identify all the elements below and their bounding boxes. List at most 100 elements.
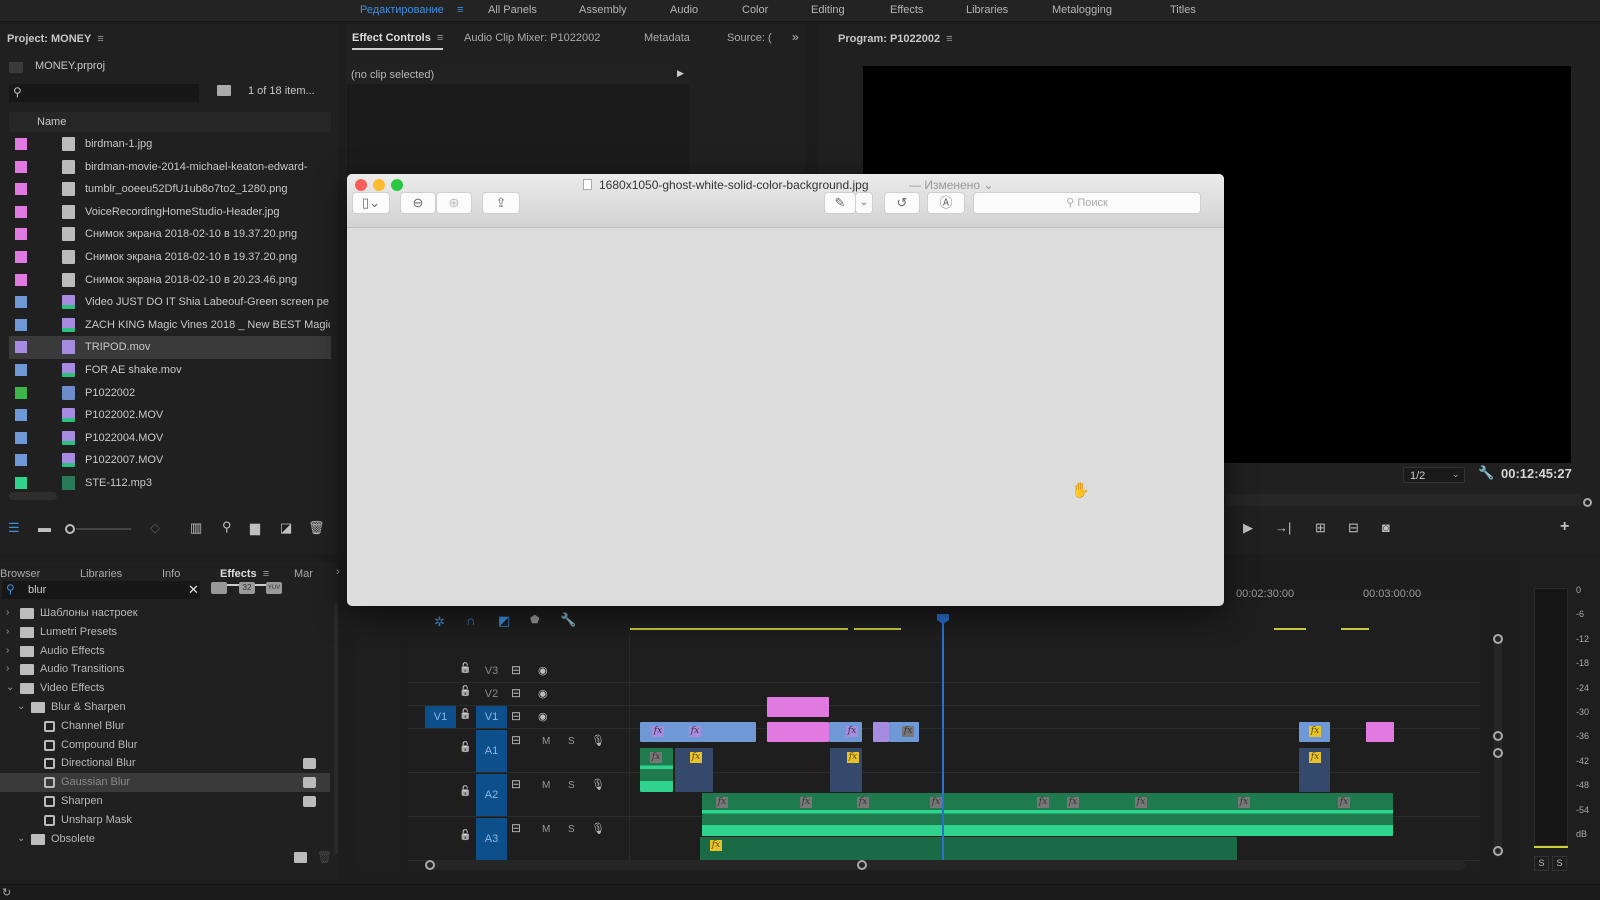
program-timecode[interactable]: 00:12:45:27 <box>1501 466 1572 481</box>
trash-icon[interactable]: 🗑 <box>308 520 325 536</box>
button-editor-plus-icon[interactable]: + <box>1560 518 1569 536</box>
effects-tree-item[interactable]: Unsharp Mask <box>0 811 330 830</box>
track-lock-icon[interactable]: 🔓 <box>459 709 471 720</box>
project-item[interactable]: STE-112.mp3 <box>9 472 331 495</box>
project-item[interactable]: Снимок экрана 2018-02-10 в 20.23.46.png <box>9 269 331 292</box>
graphic-clip[interactable] <box>767 722 829 742</box>
edited-status[interactable]: — Изменено ⌄ <box>909 178 993 192</box>
chevron-down-icon[interactable]: ⌄ <box>6 682 14 693</box>
more-tabs-icon[interactable]: › <box>336 566 340 578</box>
workspace-assembly[interactable]: Assembly <box>579 4 627 16</box>
timeline-settings-wrench-icon[interactable]: 🔧 <box>560 612 576 628</box>
label-color-swatch[interactable] <box>15 364 27 376</box>
list-view-icon[interactable]: ☰ <box>8 520 20 536</box>
tab-info[interactable]: Info <box>162 568 180 580</box>
32bit-filter-icon[interactable]: 32 <box>239 582 255 594</box>
effects-tree-item[interactable]: Channel Blur <box>0 717 330 736</box>
voiceover-record-mic-icon[interactable]: 🎙 <box>591 822 605 835</box>
project-item[interactable]: P1022004.MOV <box>9 427 331 450</box>
label-color-swatch[interactable] <box>15 296 27 309</box>
preview-search-input[interactable]: ⚲ Поиск <box>973 192 1201 214</box>
track-lock-icon[interactable]: 🔓 <box>459 830 471 841</box>
extract-icon[interactable]: ⊟ <box>1348 520 1359 536</box>
toggle-sync-lock-icon[interactable]: ⊟ <box>511 709 521 723</box>
new-search-bin-icon[interactable] <box>217 85 231 96</box>
label-color-swatch[interactable] <box>15 431 27 444</box>
mute-track-button[interactable]: M <box>542 780 550 791</box>
graphic-clip[interactable] <box>767 697 829 717</box>
panel-menu-icon[interactable]: ≡ <box>437 32 443 44</box>
clear-search-icon[interactable]: ✕ <box>188 582 199 598</box>
expand-arrow-icon[interactable]: ▶ <box>677 68 684 79</box>
panel-menu-icon[interactable]: ≡ <box>97 33 103 45</box>
workspace-libraries[interactable]: Libraries <box>966 4 1008 16</box>
solo-track-button[interactable]: S <box>568 780 575 791</box>
effects-search-input[interactable]: ⚲ blur ✕ <box>2 581 200 599</box>
label-color-swatch[interactable] <box>15 318 27 331</box>
label-color-swatch[interactable] <box>15 477 27 489</box>
toggle-sync-lock-icon[interactable]: ⊟ <box>511 733 521 747</box>
effects-tree-item[interactable]: › Lumetri Presets <box>0 623 330 642</box>
label-color-swatch[interactable] <box>15 228 27 241</box>
tab-metadata[interactable]: Metadata <box>644 32 690 44</box>
tab-source[interactable]: Source: ( <box>727 32 772 44</box>
yuv-filter-icon[interactable]: YUV <box>266 582 282 594</box>
vscroll-handle[interactable] <box>1493 731 1503 741</box>
mute-track-button[interactable]: M <box>542 824 550 835</box>
project-item[interactable]: P1022002.MOV <box>9 404 331 427</box>
toggle-output-eye-icon[interactable]: ◉ <box>538 687 548 700</box>
toggle-sync-lock-icon[interactable]: ⊟ <box>511 777 521 791</box>
tab-libraries[interactable]: Libraries <box>80 568 122 580</box>
track-lock-icon[interactable]: 🔓 <box>459 742 471 753</box>
workspace-editing[interactable]: Editing <box>811 4 845 16</box>
project-item[interactable]: FOR AE shake.mov <box>9 359 331 382</box>
timeline-vertical-scrollbar[interactable] <box>1494 637 1502 857</box>
effects-tree-item[interactable]: › Шаблоны настроек <box>0 604 330 623</box>
lift-icon[interactable]: ⊞ <box>1315 520 1326 536</box>
linked-selection-icon[interactable]: ◩ <box>498 613 510 629</box>
program-scrub-bar[interactable] <box>1226 494 1581 506</box>
label-color-swatch[interactable] <box>15 160 27 173</box>
chevron-down-icon[interactable]: ⌄ <box>17 701 25 712</box>
graphic-clip[interactable] <box>1366 722 1394 742</box>
tab-effects[interactable]: Effects ≡ <box>220 568 270 586</box>
accelerated-effects-filter-icon[interactable] <box>211 582 227 594</box>
zoom-in-button[interactable]: ⊕ <box>436 192 472 214</box>
more-panels-icon[interactable]: » <box>792 30 799 44</box>
close-window-button[interactable] <box>355 179 367 191</box>
vscroll-handle[interactable] <box>1493 634 1503 644</box>
voiceover-record-mic-icon[interactable]: 🎙 <box>591 778 605 791</box>
workspace-audio[interactable]: Audio <box>670 4 698 16</box>
sidebar-toggle-button[interactable]: ▯⌄ <box>352 192 390 214</box>
settings-wrench-icon[interactable]: 🔧 <box>1478 465 1494 481</box>
horizontal-scrollbar[interactable] <box>9 492 57 500</box>
effects-tree-item[interactable]: ⌄ Obsolete <box>0 830 330 849</box>
video-clip[interactable] <box>873 722 889 742</box>
preview-titlebar[interactable]: 1680x1050-ghost-white-solid-color-backgr… <box>347 174 1224 228</box>
effects-tree-item[interactable]: › Audio Effects <box>0 642 330 661</box>
solo-track-button[interactable]: S <box>568 736 575 747</box>
effects-tree-item[interactable]: Gaussian Blur <box>0 773 330 793</box>
markup-options-chevron[interactable]: ⌄ <box>855 192 873 214</box>
track-label-v1[interactable]: V1 <box>476 706 507 728</box>
tab-effect-controls[interactable]: Effect Controls ≡ <box>352 32 444 50</box>
project-item[interactable]: tumblr_ooeeu52DfU1ub8o7to2_1280.png <box>9 178 331 201</box>
new-bin-icon[interactable]: ▆ <box>250 520 260 536</box>
new-custom-bin-icon[interactable] <box>294 852 307 863</box>
effects-tree-item[interactable]: ⌄ Video Effects <box>0 679 330 698</box>
toggle-sync-lock-icon[interactable]: ⊟ <box>511 686 521 700</box>
voiceover-record-mic-icon[interactable]: 🎙 <box>591 734 605 747</box>
zoom-slider-handle[interactable] <box>65 524 75 534</box>
panel-menu-icon[interactable]: ≡ <box>946 33 952 45</box>
effects-tree-item[interactable]: Compound Blur <box>0 736 330 755</box>
chevron-right-icon[interactable]: › <box>6 626 9 637</box>
solo-right-button[interactable]: S <box>1552 856 1567 871</box>
workspace-color[interactable]: Color <box>742 4 768 16</box>
label-color-swatch[interactable] <box>15 251 27 263</box>
source-patch-v1[interactable]: V1 <box>425 706 456 728</box>
add-marker-icon[interactable]: ⬟ <box>530 613 540 626</box>
vscroll-handle[interactable] <box>1493 748 1503 758</box>
maximize-window-button[interactable] <box>391 179 403 191</box>
project-search-input[interactable]: ⚲ <box>9 84 199 102</box>
project-item[interactable]: VoiceRecordingHomeStudio-Header.jpg <box>9 201 331 224</box>
